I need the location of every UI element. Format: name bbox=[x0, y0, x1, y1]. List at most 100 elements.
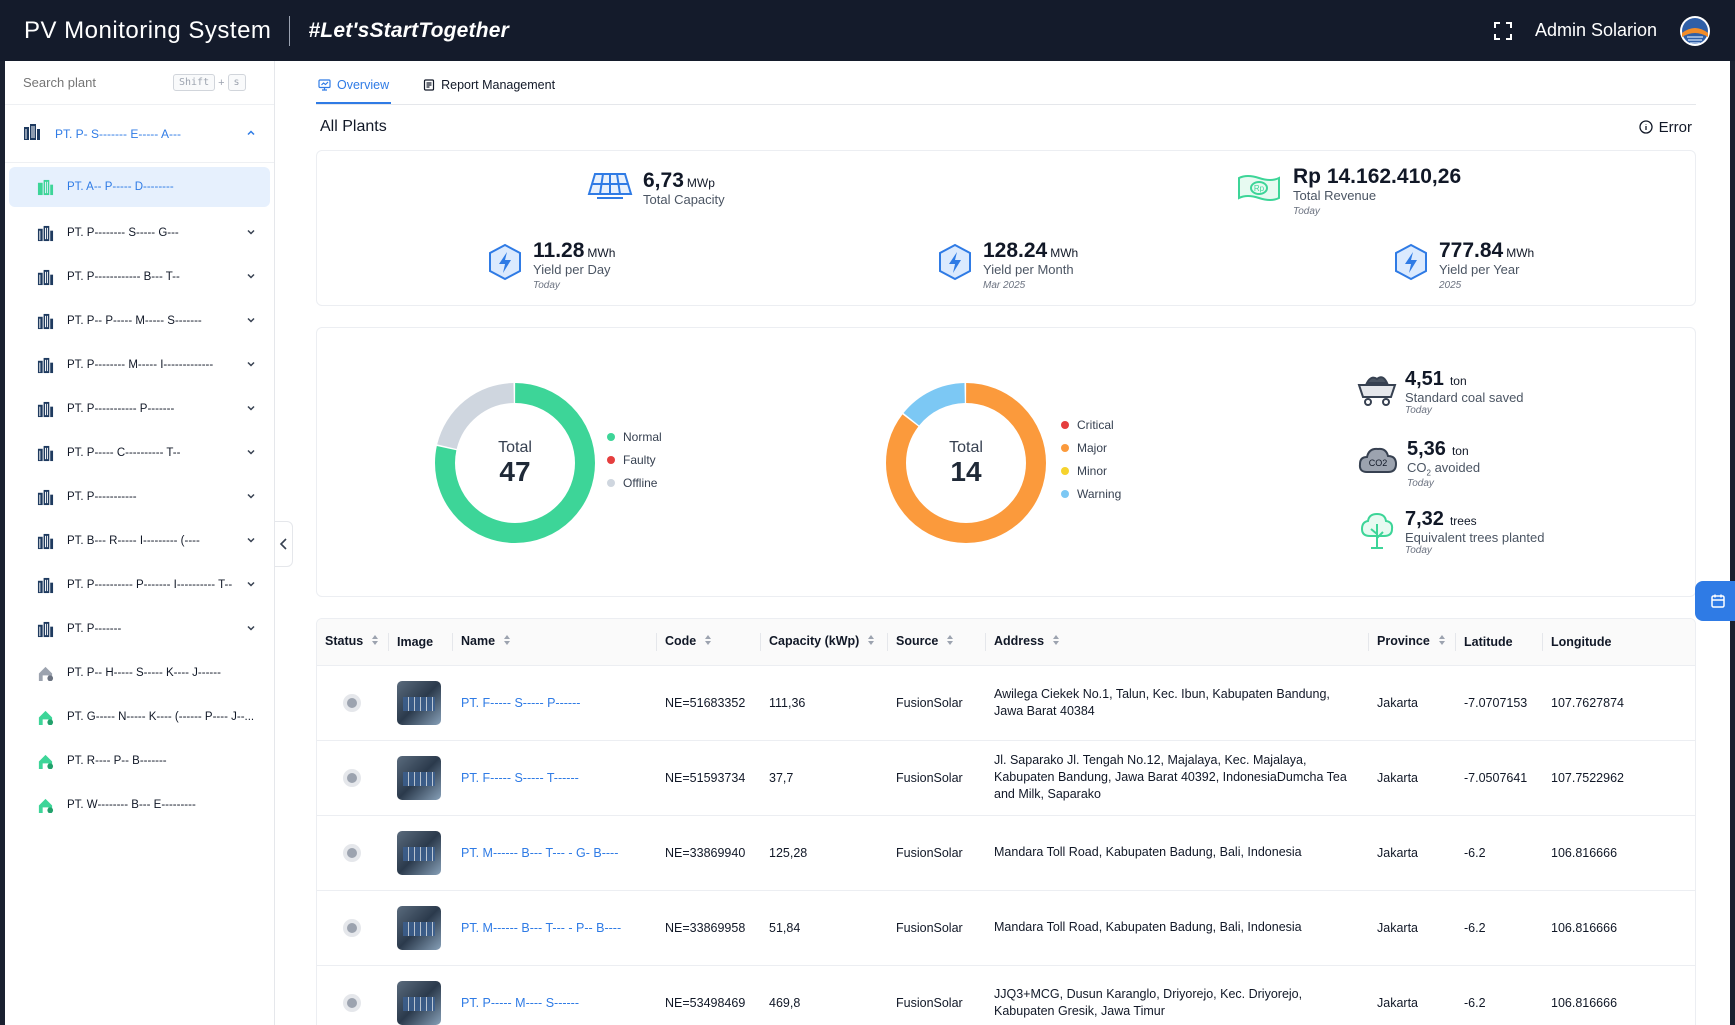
chevron-down-icon[interactable] bbox=[246, 535, 256, 548]
table-row[interactable]: PT. F----- S----- P------ NE=51683352 111,… bbox=[317, 665, 1695, 740]
legend-warning[interactable]: Warning bbox=[1061, 487, 1121, 501]
plant-name-link[interactable]: PT. M------ B--- T--- - P-- B---- bbox=[461, 921, 621, 935]
table-row[interactable]: PT. F----- S----- T------ NE=51593734 37,7… bbox=[317, 740, 1695, 815]
sidebar-plant-item[interactable]: PT. P------- bbox=[9, 607, 270, 651]
plant-name-link[interactable]: PT. F----- S----- T------ bbox=[461, 771, 579, 785]
table-row[interactable]: PT. M------ B--- T--- - G- B---- NE=33869… bbox=[317, 815, 1695, 890]
building-icon bbox=[37, 489, 55, 506]
chevron-down-icon[interactable] bbox=[246, 403, 256, 416]
sort-icon[interactable] bbox=[503, 634, 511, 649]
chevron-down-icon[interactable] bbox=[246, 491, 256, 504]
legend-critical[interactable]: Critical bbox=[1061, 418, 1121, 432]
cell-capacity: 51,84 bbox=[769, 920, 801, 935]
chevron-down-icon[interactable] bbox=[246, 271, 256, 284]
legend-normal[interactable]: Normal bbox=[607, 430, 662, 444]
column-header[interactable]: Province bbox=[1369, 619, 1456, 666]
legend-dot bbox=[607, 433, 615, 441]
legend-offline[interactable]: Offline bbox=[607, 476, 662, 490]
sort-icon[interactable] bbox=[1052, 634, 1060, 649]
sidebar-plant-item[interactable]: PT. P-- H----- S----- K---- J------ bbox=[9, 651, 270, 695]
cell-province: Jakarta bbox=[1377, 845, 1418, 860]
sidebar-plant-label: PT. P---------- P------- I---------- T-- bbox=[67, 579, 233, 591]
calendar-button[interactable] bbox=[1695, 581, 1735, 621]
kpi-yield-month: 128.24 MWh Yield per Month Mar 2025 bbox=[937, 239, 1078, 291]
plant-search-input[interactable] bbox=[23, 75, 173, 90]
sidebar-plant-item[interactable]: PT. P-- P----- M----- S------- bbox=[9, 299, 270, 343]
chevron-down-icon[interactable] bbox=[246, 359, 256, 372]
chevron-down-icon[interactable] bbox=[246, 315, 256, 328]
error-indicator[interactable]: Error bbox=[1639, 119, 1692, 136]
plant-thumbnail[interactable] bbox=[397, 830, 441, 875]
building-icon bbox=[37, 621, 55, 638]
sidebar-plant-item[interactable]: PT. A-- P----- D-------- bbox=[9, 167, 270, 207]
plant-group-header[interactable]: PT. P- S------- E----- A--- bbox=[5, 105, 274, 163]
house-green-icon bbox=[37, 709, 55, 726]
plant-thumbnail[interactable] bbox=[397, 755, 441, 800]
plant-name-link[interactable]: PT. P----- M---- S------ bbox=[461, 996, 579, 1010]
yield-day-label: Yield per Day bbox=[533, 262, 611, 278]
chevron-down-icon[interactable] bbox=[246, 579, 256, 592]
user-name[interactable]: Admin Solarion bbox=[1535, 20, 1657, 41]
sidebar-plant-label: PT. P-------- S----- G--- bbox=[67, 227, 179, 239]
column-header[interactable]: Code bbox=[657, 619, 761, 666]
sort-icon[interactable] bbox=[1438, 634, 1446, 649]
column-header: Latitude bbox=[1456, 619, 1543, 666]
capacity-unit: MWp bbox=[686, 176, 715, 190]
legend-label: Normal bbox=[623, 430, 662, 444]
legend-minor[interactable]: Minor bbox=[1061, 464, 1121, 478]
column-header-label: Province bbox=[1377, 634, 1430, 649]
cell-capacity: 125,28 bbox=[769, 845, 808, 860]
plant-name-link[interactable]: PT. M------ B--- T--- - G- B---- bbox=[461, 846, 618, 860]
cell-source: FusionSolar bbox=[896, 995, 963, 1010]
cell-code: NE=53498469 bbox=[665, 995, 746, 1010]
sidebar-plant-item[interactable]: PT. R---- P-- B------- bbox=[9, 739, 270, 783]
table-row[interactable]: PT. P----- M---- S------ NE=53498469 469,8… bbox=[317, 965, 1695, 1025]
tab-overview[interactable]: Overview bbox=[316, 78, 392, 104]
status-indicator bbox=[343, 918, 361, 937]
legend-label: Minor bbox=[1077, 464, 1108, 478]
status-total-value: 47 bbox=[499, 455, 531, 487]
sidebar-plant-item[interactable]: PT. W-------- B--- E--------- bbox=[9, 783, 270, 827]
sidebar-plant-item[interactable]: PT. P----- C---------- T-- bbox=[9, 431, 270, 475]
lightning-icon bbox=[1393, 243, 1429, 286]
legend-major[interactable]: Major bbox=[1061, 441, 1121, 455]
plant-thumbnail[interactable] bbox=[397, 905, 441, 950]
sidebar-plant-item[interactable]: PT. P-------- M----- I------------- bbox=[9, 343, 270, 387]
column-header[interactable]: Capacity (kWp) bbox=[761, 619, 888, 666]
plant-thumbnail[interactable] bbox=[397, 680, 441, 725]
column-header-label: Code bbox=[665, 634, 697, 649]
cell-province: Jakarta bbox=[1377, 770, 1418, 785]
column-header[interactable]: Address bbox=[986, 619, 1369, 666]
sidebar-plant-item[interactable]: PT. P-------- S----- G--- bbox=[9, 211, 270, 255]
cell-address: Awilega Ciekek No.1, Talun, Kec. Ibun, K… bbox=[994, 686, 1330, 718]
co2-value: 5,36 bbox=[1407, 438, 1446, 460]
chevron-up-icon[interactable] bbox=[246, 127, 256, 141]
column-header[interactable]: Status bbox=[317, 619, 389, 666]
sidebar-plant-item[interactable]: PT. P---------- P------- I---------- T-- bbox=[9, 563, 270, 607]
sidebar-plant-item[interactable]: PT. P----------- P------- bbox=[9, 387, 270, 431]
plant-thumbnail[interactable] bbox=[397, 980, 441, 1025]
legend-faulty[interactable]: Faulty bbox=[607, 453, 662, 467]
column-header[interactable]: Name bbox=[453, 619, 657, 666]
tab-report-management[interactable]: Report Management bbox=[421, 78, 557, 104]
sidebar-plant-item[interactable]: PT. B--- R----- I--------- (---- bbox=[9, 519, 270, 563]
sidebar-collapse-button[interactable] bbox=[275, 521, 293, 567]
sidebar-plant-item[interactable]: PT. G----- N----- K---- (------ P---- J-… bbox=[9, 695, 270, 739]
plant-name-link[interactable]: PT. F----- S----- P------ bbox=[461, 696, 580, 710]
column-header[interactable]: Source bbox=[888, 619, 986, 666]
sort-icon[interactable] bbox=[371, 634, 379, 649]
yield-month-sub: Mar 2025 bbox=[983, 279, 1026, 291]
chevron-down-icon[interactable] bbox=[246, 447, 256, 460]
plants-table-card: Status Image Name Code Capacity (kWp) Source A… bbox=[316, 618, 1696, 1025]
chevron-down-icon[interactable] bbox=[246, 227, 256, 240]
sidebar-plant-item[interactable]: PT. P------------ B--- T-- bbox=[9, 255, 270, 299]
sort-icon[interactable] bbox=[946, 634, 954, 649]
sort-icon[interactable] bbox=[867, 634, 875, 649]
fullscreen-icon[interactable] bbox=[1493, 21, 1513, 41]
house-green-icon bbox=[37, 797, 55, 814]
user-avatar-icon[interactable] bbox=[1679, 15, 1711, 47]
sidebar-plant-item[interactable]: PT. P----------- bbox=[9, 475, 270, 519]
table-row[interactable]: PT. M------ B--- T--- - P-- B---- NE=3386… bbox=[317, 890, 1695, 965]
chevron-down-icon[interactable] bbox=[246, 623, 256, 636]
sort-icon[interactable] bbox=[704, 634, 712, 649]
